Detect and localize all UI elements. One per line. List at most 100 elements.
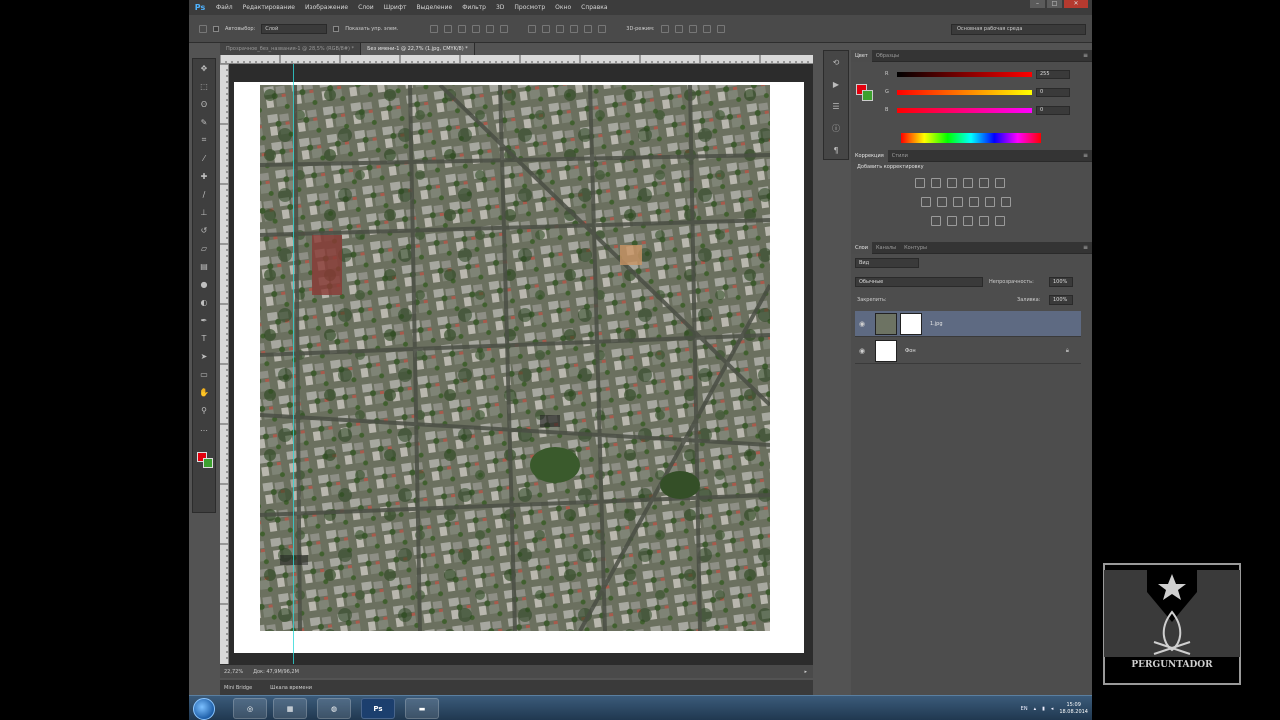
fill-input[interactable]: 100% bbox=[1049, 295, 1073, 305]
folder-taskbar-icon[interactable]: ▬ bbox=[405, 698, 439, 719]
menu-file[interactable]: Файл bbox=[211, 4, 238, 11]
crop-tool-icon[interactable]: ⌗ bbox=[193, 131, 215, 149]
document-size[interactable]: Док: 47,9M/96,2M bbox=[253, 669, 299, 675]
properties-panel-icon[interactable]: ☰ bbox=[824, 95, 848, 117]
align-hcenter-icon[interactable] bbox=[486, 24, 495, 33]
tab-document-1[interactable]: Прозрачное_без_названия-1 @ 28,5% (RGB/8… bbox=[220, 43, 362, 55]
tab-channels[interactable]: Каналы bbox=[872, 242, 900, 254]
slider-b-track[interactable] bbox=[897, 108, 1032, 113]
menu-help[interactable]: Справка bbox=[576, 4, 612, 11]
paragraph-panel-icon[interactable]: ¶ bbox=[824, 139, 848, 161]
history-panel-icon[interactable]: ⟲ bbox=[824, 51, 848, 73]
shape-tool-icon[interactable]: ▭ bbox=[193, 365, 215, 383]
layer-filter-dropdown[interactable]: Вид bbox=[855, 258, 919, 268]
quick-select-tool-icon[interactable]: ✎ bbox=[193, 113, 215, 131]
distribute-left-icon[interactable] bbox=[570, 24, 579, 33]
align-left-icon[interactable] bbox=[472, 24, 481, 33]
actions-panel-icon[interactable]: ▶ bbox=[824, 73, 848, 95]
start-button[interactable] bbox=[193, 698, 215, 720]
channel-mixer-icon[interactable] bbox=[985, 197, 995, 207]
tab-paths[interactable]: Контуры bbox=[900, 242, 931, 254]
pen-tool-icon[interactable]: ✒ bbox=[193, 311, 215, 329]
path-select-tool-icon[interactable]: ➤ bbox=[193, 347, 215, 365]
firefox-taskbar-icon[interactable]: ◎ bbox=[233, 698, 267, 719]
tab-styles[interactable]: Стили bbox=[888, 150, 912, 162]
background-layer-name[interactable]: Фон bbox=[905, 348, 916, 354]
tab-document-2[interactable]: Без имени-1 @ 22,7% (1.jpg, CMYK/8) * bbox=[361, 43, 475, 55]
layer-row-2[interactable]: ◉ Фон 🔒︎ bbox=[855, 338, 1081, 364]
3d-scale-icon[interactable] bbox=[716, 24, 725, 33]
extras-icon[interactable]: … bbox=[193, 419, 215, 437]
clock[interactable]: 15:09 18.08.2014 bbox=[1059, 702, 1088, 716]
menu-3d[interactable]: 3D bbox=[491, 4, 509, 11]
tray-arrow-icon[interactable]: ▴ bbox=[1034, 706, 1037, 712]
explorer-taskbar-icon[interactable]: ▦ bbox=[273, 698, 307, 719]
slider-r-track[interactable] bbox=[897, 72, 1032, 77]
zoom-tool-icon[interactable]: ⚲ bbox=[193, 401, 215, 419]
tab-mini-bridge[interactable]: Mini Bridge bbox=[224, 685, 252, 691]
tab-layers[interactable]: Слои bbox=[851, 241, 872, 254]
distribute-vcenter-icon[interactable] bbox=[542, 24, 551, 33]
menu-view[interactable]: Просмотр bbox=[509, 4, 550, 11]
color-spectrum[interactable] bbox=[901, 133, 1041, 143]
photoshop-taskbar-icon[interactable]: Ps bbox=[361, 698, 395, 719]
tab-color[interactable]: Цвет bbox=[851, 49, 872, 62]
blur-tool-icon[interactable]: ● bbox=[193, 275, 215, 293]
menu-layers[interactable]: Слои bbox=[353, 4, 379, 11]
layer-row-1[interactable]: ◉ 1.jpg bbox=[855, 311, 1081, 337]
layer-name[interactable]: 1.jpg bbox=[930, 321, 943, 327]
network-icon[interactable]: ▮ bbox=[1042, 706, 1045, 712]
info-panel-icon[interactable]: ⓘ bbox=[824, 117, 848, 139]
distribute-hcenter-icon[interactable] bbox=[584, 24, 593, 33]
gradient-map-icon[interactable] bbox=[979, 216, 989, 226]
menu-type[interactable]: Шрифт bbox=[379, 4, 412, 11]
black-white-icon[interactable] bbox=[953, 197, 963, 207]
move-tool-preset-icon[interactable] bbox=[199, 24, 207, 33]
3d-roll-icon[interactable] bbox=[674, 24, 683, 33]
distribute-top-icon[interactable] bbox=[528, 24, 537, 33]
threshold-icon[interactable] bbox=[963, 216, 973, 226]
canvas-area[interactable] bbox=[229, 64, 813, 664]
slider-b-value[interactable]: 0 bbox=[1036, 106, 1070, 115]
lasso-tool-icon[interactable]: ʘ bbox=[193, 95, 215, 113]
minimize-button[interactable]: – bbox=[1030, 0, 1045, 8]
3d-drag-icon[interactable] bbox=[688, 24, 697, 33]
brush-tool-icon[interactable]: ∕ bbox=[193, 185, 215, 203]
dodge-tool-icon[interactable]: ◐ bbox=[193, 293, 215, 311]
move-tool-icon[interactable]: ✥ bbox=[193, 59, 215, 77]
gradient-adjust-icon[interactable] bbox=[995, 178, 1005, 188]
layer-visibility-eye-icon[interactable]: ◉ bbox=[855, 320, 869, 328]
guide-line[interactable] bbox=[293, 64, 294, 664]
curves-icon[interactable] bbox=[947, 178, 957, 188]
status-arrow-icon[interactable]: ▸ bbox=[804, 669, 807, 675]
slider-g-value[interactable]: 0 bbox=[1036, 88, 1070, 97]
slider-g-track[interactable] bbox=[897, 90, 1032, 95]
eraser-tool-icon[interactable]: ▱ bbox=[193, 239, 215, 257]
posterize-icon[interactable] bbox=[947, 216, 957, 226]
horizontal-ruler[interactable] bbox=[220, 55, 813, 64]
gradient-tool-icon[interactable]: ▤ bbox=[193, 257, 215, 275]
blend-mode-dropdown[interactable]: Обычные bbox=[855, 277, 983, 287]
3d-slide-icon[interactable] bbox=[702, 24, 711, 33]
autoselect-dropdown[interactable]: Слой bbox=[261, 23, 328, 34]
align-bottom-icon[interactable] bbox=[458, 24, 467, 33]
hue-sat-icon[interactable] bbox=[921, 197, 931, 207]
align-top-icon[interactable] bbox=[430, 24, 439, 33]
brightness-icon[interactable] bbox=[915, 178, 925, 188]
tab-swatches[interactable]: Образцы bbox=[872, 50, 903, 62]
photo-filter-icon[interactable] bbox=[969, 197, 979, 207]
levels-icon[interactable] bbox=[931, 178, 941, 188]
healing-tool-icon[interactable]: ✚ bbox=[193, 167, 215, 185]
tab-adjustments[interactable]: Коррекция bbox=[851, 149, 888, 162]
menu-select[interactable]: Выделение bbox=[411, 4, 457, 11]
color-panel-background-swatch[interactable] bbox=[862, 90, 873, 101]
3d-rotate-icon[interactable] bbox=[660, 24, 669, 33]
color-lookup-icon[interactable] bbox=[1001, 197, 1011, 207]
opacity-input[interactable]: 100% bbox=[1049, 277, 1073, 287]
menu-image[interactable]: Изображение bbox=[300, 4, 353, 11]
exposure-icon[interactable] bbox=[963, 178, 973, 188]
panel-menu-icon[interactable]: ≡ bbox=[1083, 50, 1088, 62]
menu-filter[interactable]: Фильтр bbox=[457, 4, 491, 11]
menu-window[interactable]: Окно bbox=[550, 4, 576, 11]
vertical-ruler[interactable] bbox=[220, 64, 229, 664]
